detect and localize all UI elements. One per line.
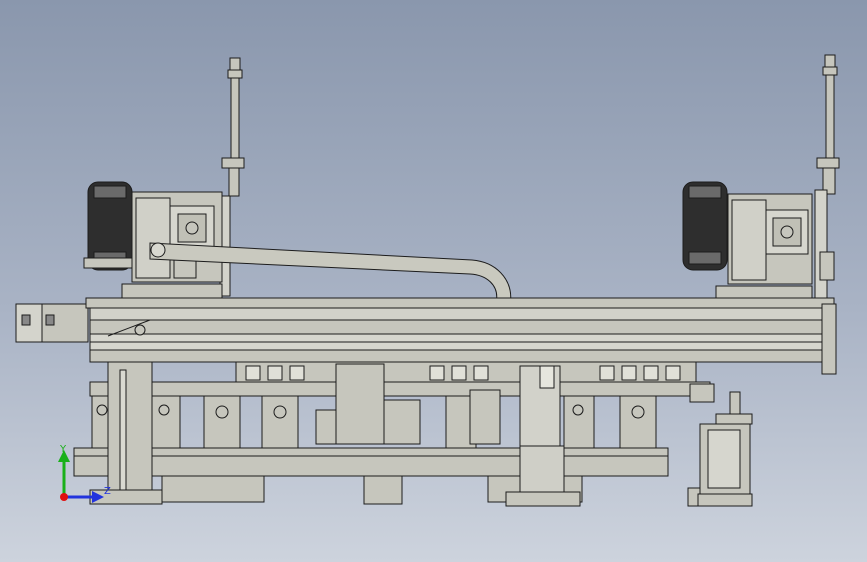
- triad-origin: [60, 493, 68, 501]
- machine-assembly-drawing: Y Z: [15, 54, 840, 507]
- cad-viewport[interactable]: Y Z: [0, 0, 867, 562]
- base-rail: [73, 447, 669, 477]
- left-cable-reel: [83, 181, 137, 271]
- left-end-motor: [15, 303, 89, 343]
- right-cable-reel: [682, 181, 728, 271]
- z-axis-label: Z: [104, 486, 111, 497]
- secondary-rail: [89, 381, 711, 397]
- right-cylinder-stand: [687, 383, 753, 507]
- roller-row: [235, 361, 697, 383]
- y-axis-label: Y: [59, 444, 67, 455]
